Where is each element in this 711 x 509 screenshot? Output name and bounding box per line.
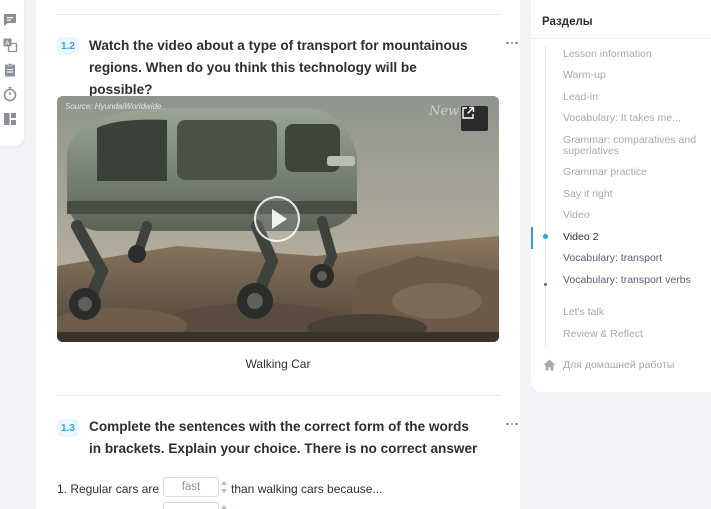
nav-item-vocabulary-transport-verbs[interactable]: Vocabulary: transport verbs — [563, 275, 703, 286]
field-stepper[interactable] — [221, 503, 227, 509]
answer-field[interactable]: fast — [163, 477, 219, 497]
nav-item-warm-up[interactable]: Warm-up — [563, 70, 703, 81]
sections-panel: Разделы Lesson information Warm-up Lead-… — [531, 0, 711, 392]
task-menu-button[interactable] — [504, 419, 520, 429]
task-number-badge: 1.2 — [57, 37, 79, 55]
nav-item-lesson-information[interactable]: Lesson information — [563, 49, 703, 60]
homework-label: Для домашней работы — [563, 359, 675, 371]
play-button[interactable] — [254, 196, 300, 242]
current-dot — [544, 283, 547, 286]
sentence-prefix: 1. Regular cars are — [57, 482, 160, 496]
timer-icon[interactable] — [2, 86, 18, 102]
nav-item-say-it-right[interactable]: Say it right — [563, 189, 703, 200]
tool-rail: A — [0, 0, 24, 146]
nav-item-grammar-practice[interactable]: Grammar practice — [563, 167, 703, 178]
home-icon — [543, 359, 556, 371]
video-source-label: Source: HyundaiWorldwide — [65, 102, 162, 111]
panel-title: Разделы — [542, 16, 593, 28]
divider — [531, 38, 711, 39]
layout-icon[interactable] — [2, 111, 18, 127]
nav-item-grammar-comparatives[interactable]: Grammar: comparatives and superlatives — [563, 135, 703, 157]
sentence-suffix: than walking cars because... — [231, 482, 383, 496]
nav-item-review-reflect[interactable]: Review & Reflect — [563, 329, 703, 340]
task-title: Complete the sentences with the correct … — [89, 419, 478, 456]
active-dot — [543, 234, 548, 239]
video-caption: Walking Car — [245, 357, 311, 371]
task-menu-button[interactable] — [504, 38, 520, 48]
external-link-icon — [462, 106, 475, 119]
nav-item-lets-talk[interactable]: Let's talk — [563, 307, 703, 318]
answer-field[interactable] — [163, 502, 219, 509]
divider — [56, 14, 500, 15]
nav-item-video[interactable]: Video — [563, 210, 703, 221]
lesson-content: 1.2 Watch the video about a type of tran… — [36, 0, 520, 509]
field-stepper[interactable] — [221, 479, 227, 495]
open-external-button[interactable] — [461, 106, 488, 131]
homework-link[interactable]: Для домашней работы — [543, 359, 674, 371]
nav-item-video-2[interactable]: Video 2 — [563, 232, 703, 243]
nav-item-vocabulary-it-takes-me[interactable]: Vocabulary: It takes me... — [563, 113, 703, 124]
task-number-badge: 1.3 — [57, 419, 79, 437]
nav-rail — [545, 46, 546, 348]
translate-icon[interactable]: A — [2, 37, 18, 53]
task-title: Watch the video about a type of transpor… — [89, 38, 468, 97]
video-player[interactable]: Source: HyundaiWorldwide New — [57, 96, 499, 342]
chat-icon[interactable] — [2, 12, 18, 28]
notes-icon[interactable] — [2, 62, 18, 78]
video-watermark: New — [429, 104, 460, 119]
nav-item-vocabulary-transport[interactable]: Vocabulary: transport — [563, 253, 703, 264]
nav-item-lead-in[interactable]: Lead-in — [563, 92, 703, 103]
active-indicator — [531, 227, 533, 249]
divider — [56, 395, 500, 396]
